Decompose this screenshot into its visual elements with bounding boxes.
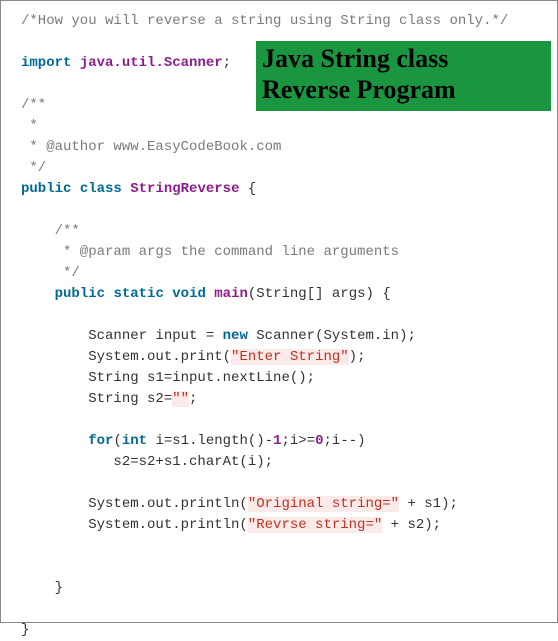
number-literal: 0 xyxy=(315,433,323,449)
scanner-line: Scanner input = new Scanner(System.in); xyxy=(21,326,557,347)
blank-line xyxy=(21,473,557,494)
brace-close-class: } xyxy=(21,620,557,641)
banner-line1: Java String class xyxy=(262,43,545,74)
package: java.util.Scanner xyxy=(80,55,223,71)
s1-line: String s1=input.nextLine(); xyxy=(21,368,557,389)
string-literal: "Revrse string=" xyxy=(248,517,382,533)
blank-line xyxy=(21,200,557,221)
blank-line xyxy=(21,410,557,431)
inner-doc-close: */ xyxy=(21,263,557,284)
string-literal: "Original string=" xyxy=(248,496,399,512)
kw-import: import xyxy=(21,55,71,71)
main-decl: public static void main(String[] args) { xyxy=(21,284,557,305)
doc-star: * xyxy=(21,116,557,137)
println-orig: System.out.println("Original string=" + … xyxy=(21,494,557,515)
blank-line xyxy=(21,305,557,326)
banner-line2: Reverse Program xyxy=(262,74,545,105)
inner-doc-param: * @param args the command line arguments xyxy=(21,242,557,263)
comment-header: /*How you will reverse a string using St… xyxy=(21,11,557,32)
print-line: System.out.print("Enter String"); xyxy=(21,347,557,368)
brace-close-method: } xyxy=(21,578,557,599)
for-body: s2=s2+s1.charAt(i); xyxy=(21,452,557,473)
inner-doc-open: /** xyxy=(21,221,557,242)
doc-author: * @author www.EasyCodeBook.com xyxy=(21,137,557,158)
string-literal: "Enter String" xyxy=(231,349,349,365)
println-rev: System.out.println("Revrse string=" + s2… xyxy=(21,515,557,536)
doc-close: */ xyxy=(21,158,557,179)
code-editor: Java String class Reverse Program /*How … xyxy=(0,0,558,623)
for-line: for(int i=s1.length()-1;i>=0;i--) xyxy=(21,431,557,452)
blank-line xyxy=(21,599,557,620)
class-name: StringReverse xyxy=(130,181,239,197)
title-banner: Java String class Reverse Program xyxy=(256,41,551,111)
blank-line xyxy=(21,557,557,578)
s2-line: String s2=""; xyxy=(21,389,557,410)
number-literal: 1 xyxy=(273,433,281,449)
class-decl: public class StringReverse { xyxy=(21,179,557,200)
blank-line xyxy=(21,536,557,557)
method-main: main xyxy=(214,286,248,302)
string-literal: "" xyxy=(172,391,189,407)
